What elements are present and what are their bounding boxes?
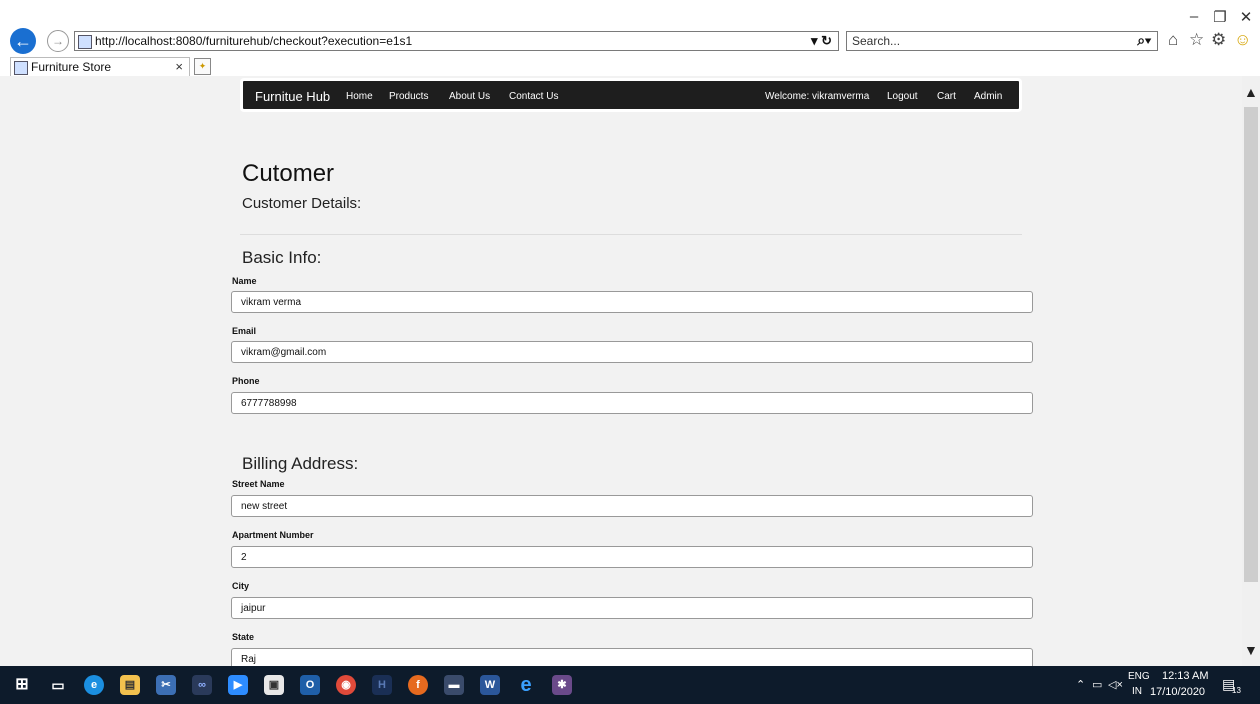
outlook-icon[interactable]: O [300, 675, 320, 695]
state-label: State [232, 632, 255, 642]
tab-furniture-store[interactable]: Furniture Store × [10, 57, 190, 76]
apartment-number-field[interactable]: 2 [231, 546, 1033, 568]
favorites-star-icon[interactable]: ☆ [1189, 30, 1204, 50]
section-divider [240, 234, 1022, 235]
nav-link-cart[interactable]: Cart [937, 91, 956, 102]
city-label: City [232, 581, 250, 591]
close-window-button[interactable]: ✕ [1236, 8, 1256, 26]
clock-time[interactable]: 12:13 AM [1162, 670, 1208, 682]
notification-count: 13 [1232, 686, 1241, 695]
volume-muted-icon[interactable]: ◁× [1108, 678, 1123, 691]
arrow-right-icon: → [52, 34, 64, 48]
name-field[interactable]: vikram verma [231, 291, 1033, 313]
refresh-button[interactable]: ▾ ↻ [811, 33, 832, 49]
windows-start-icon[interactable]: ⊞ [12, 675, 32, 695]
region-indicator[interactable]: IN [1132, 686, 1142, 697]
terminal-app-icon[interactable]: ▬ [444, 675, 464, 695]
hyper-app-icon[interactable]: H [372, 675, 392, 695]
task-view-icon[interactable]: ▭ [48, 675, 68, 695]
minimize-button[interactable]: – [1184, 8, 1204, 25]
word-icon[interactable]: W [480, 675, 500, 695]
search-icon[interactable]: ⌕▾ [1137, 32, 1151, 49]
nav-link-contact-us[interactable]: Contact Us [509, 91, 558, 102]
internet-explorer-icon[interactable]: e [516, 675, 536, 695]
address-url[interactable]: http://localhost:8080/furniturehub/check… [95, 34, 412, 48]
page-content: Furnitue Hub Home Products About Us Cont… [0, 76, 1242, 666]
search-box[interactable]: Search... ⌕▾ [846, 31, 1158, 51]
settings-gear-icon[interactable]: ⚙ [1211, 30, 1226, 50]
navbar-brand[interactable]: Furnitue Hub [255, 89, 330, 104]
tab-favicon-icon [14, 61, 28, 75]
nav-link-home[interactable]: Home [346, 91, 373, 102]
apartment-number-label: Apartment Number [232, 530, 314, 540]
tray-chevron-icon[interactable]: ⌃ [1076, 678, 1085, 691]
browser-window: – ❐ ✕ ← → http://localhost:8080/furnitur… [0, 0, 1260, 704]
state-field[interactable]: Raj [231, 648, 1033, 666]
scroll-down-icon[interactable]: ▼ [1244, 642, 1258, 658]
chrome-icon[interactable]: ◉ [336, 675, 356, 695]
name-label: Name [232, 276, 257, 286]
street-name-label: Street Name [232, 479, 285, 489]
arrow-left-icon: ← [14, 31, 32, 51]
phone-label: Phone [232, 376, 260, 386]
page-favicon-icon [78, 35, 92, 49]
nav-link-logout[interactable]: Logout [887, 91, 918, 102]
document-app-icon[interactable]: ▣ [264, 675, 284, 695]
browser-chrome: – ❐ ✕ ← → http://localhost:8080/furnitur… [0, 0, 1260, 76]
city-field[interactable]: jaipur [231, 597, 1033, 619]
smiley-feedback-icon[interactable]: ☺ [1234, 30, 1251, 50]
infinity-app-icon[interactable]: ∞ [192, 675, 212, 695]
app-icon[interactable]: ✱ [552, 675, 572, 695]
nav-link-about-us[interactable]: About Us [449, 91, 490, 102]
phone-field[interactable]: 6777788998 [231, 392, 1033, 414]
edge-browser-icon[interactable]: e [84, 675, 104, 695]
new-tab-icon: ✦ [198, 61, 207, 71]
forward-button[interactable]: → [47, 30, 69, 52]
clock-date[interactable]: 17/10/2020 [1150, 686, 1205, 698]
search-input[interactable]: Search... [852, 34, 900, 48]
nav-link-admin[interactable]: Admin [974, 91, 1002, 102]
windows-taskbar: ⊞ ▭ e ▤ ✂ ∞ ▶ ▣ O ◉ H f ▬ W e ✱ ⌃ ▭ ◁× E… [0, 666, 1260, 704]
restore-button[interactable]: ❐ [1210, 8, 1230, 26]
billing-address-heading: Billing Address: [242, 454, 359, 473]
battery-icon[interactable]: ▭ [1092, 678, 1102, 691]
email-label: Email [232, 326, 257, 336]
zoom-app-icon[interactable]: ▶ [228, 675, 248, 695]
page-scrollbar[interactable]: ▲ ▼ [1242, 76, 1260, 666]
firefox-icon[interactable]: f [408, 675, 428, 695]
site-navbar: Furnitue Hub Home Products About Us Cont… [240, 78, 1022, 112]
snipping-tool-icon[interactable]: ✂ [156, 675, 176, 695]
back-button[interactable]: ← [10, 28, 36, 54]
street-name-field[interactable]: new street [231, 495, 1033, 517]
address-bar[interactable]: http://localhost:8080/furniturehub/check… [74, 31, 839, 51]
page-title: Cutomer [242, 160, 335, 187]
page-subtitle: Customer Details: [242, 195, 362, 212]
file-explorer-icon[interactable]: ▤ [120, 675, 140, 695]
nav-link-products[interactable]: Products [389, 91, 428, 102]
tab-title: Furniture Store [31, 60, 112, 74]
basic-info-heading: Basic Info: [242, 248, 322, 267]
language-indicator[interactable]: ENG [1128, 671, 1150, 682]
welcome-text: Welcome: vikramverma [765, 91, 870, 102]
home-icon[interactable]: ⌂ [1168, 30, 1178, 50]
new-tab-button[interactable]: ✦ [194, 58, 211, 75]
email-field[interactable]: vikram@gmail.com [231, 341, 1033, 363]
scrollbar-thumb[interactable] [1244, 107, 1258, 582]
tab-close-icon[interactable]: × [175, 59, 183, 74]
scroll-up-icon[interactable]: ▲ [1244, 84, 1258, 100]
